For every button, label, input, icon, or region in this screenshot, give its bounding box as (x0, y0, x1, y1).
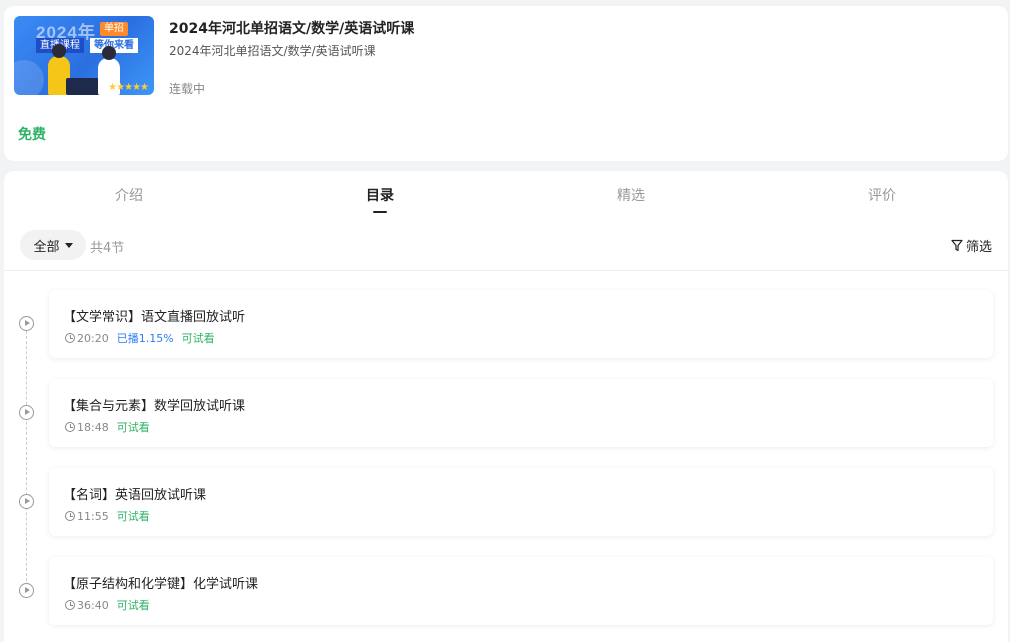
lesson-count: 共4节 (90, 241, 125, 256)
lesson-duration: 20:20 (65, 332, 109, 345)
lesson-meta: 18:48 可试看 (65, 419, 150, 435)
lesson-title: 【名词】英语回放试听课 (63, 488, 207, 503)
duration-text: 20:20 (77, 331, 109, 345)
duration-text: 18:48 (77, 420, 109, 434)
course-subtitle: 2024年河北单招语文/数学/英语试听课 (169, 44, 376, 58)
lesson-item[interactable]: 【文学常识】语文直播回放试听 20:20 已播1.15% 可试看 (49, 290, 993, 358)
cover-rating-stars: ★★★★★ (108, 82, 149, 93)
lesson-meta: 11:55 可试看 (65, 508, 150, 524)
lesson-duration: 36:40 (65, 599, 109, 612)
tab-label: 精选 (617, 188, 645, 204)
course-header-card: 2024年 单招 直播课程 等你来看 ★★★★★ 2024年河北单招语文/数学/… (4, 6, 1008, 161)
filter-all-label: 全部 (33, 239, 60, 255)
duration-text: 36:40 (77, 598, 109, 612)
tab-label: 评价 (868, 188, 896, 204)
clock-icon (65, 600, 75, 610)
tab-label: 目录 (366, 188, 394, 204)
filter-all-dropdown[interactable]: 全部 (20, 230, 86, 260)
lesson-trial-badge: 可试看 (116, 510, 150, 523)
caret-down-icon (64, 242, 73, 248)
play-icon[interactable] (19, 405, 34, 420)
tab-bar: 介绍 目录 精选 评价 (4, 185, 1008, 215)
duration-text: 11:55 (77, 509, 109, 523)
lesson-trial-badge: 可试看 (181, 332, 215, 345)
tab-label: 介绍 (115, 188, 143, 204)
clock-icon (65, 333, 75, 343)
course-cover-image[interactable]: 2024年 单招 直播课程 等你来看 ★★★★★ (14, 16, 154, 95)
tab-catalog[interactable]: 目录 (320, 185, 440, 213)
filter-button[interactable]: 筛选 (951, 236, 992, 255)
lesson-progress: 已播1.15% (116, 332, 174, 345)
lesson-item[interactable]: 【名词】英语回放试听课 11:55 可试看 (49, 468, 993, 536)
course-content-card: 介绍 目录 精选 评价 全部 共4节 筛选 【文学常识】语文直播回放试听 20:… (4, 171, 1008, 642)
tab-reviews[interactable]: 评价 (822, 185, 942, 205)
lesson-trial-badge: 可试看 (116, 421, 150, 434)
filter-button-label: 筛选 (965, 240, 992, 255)
clock-icon (65, 511, 75, 521)
lesson-meta: 36:40 可试看 (65, 597, 150, 613)
lesson-title: 【文学常识】语文直播回放试听 (63, 310, 246, 325)
cover-laptop (66, 78, 102, 95)
funnel-icon (951, 239, 963, 252)
lesson-duration: 18:48 (65, 421, 109, 434)
lesson-item[interactable]: 【原子结构和化学键】化学试听课 36:40 可试看 (49, 557, 993, 625)
tab-featured[interactable]: 精选 (571, 185, 691, 205)
lesson-title: 【集合与元素】数学回放试听课 (63, 399, 246, 414)
divider (4, 270, 1008, 271)
play-icon[interactable] (19, 494, 34, 509)
cover-tag-top: 单招 (100, 22, 128, 36)
clock-icon (65, 422, 75, 432)
course-price: 免费 (18, 127, 46, 143)
active-tab-indicator (373, 211, 387, 213)
play-icon[interactable] (19, 316, 34, 331)
lesson-meta: 20:20 已播1.15% 可试看 (65, 330, 215, 346)
lesson-item[interactable]: 【集合与元素】数学回放试听课 18:48 可试看 (49, 379, 993, 447)
timeline-line (26, 316, 27, 596)
play-icon[interactable] (19, 583, 34, 598)
tab-intro[interactable]: 介绍 (69, 185, 189, 205)
course-status: 连载中 (169, 82, 206, 96)
cover-decoration (14, 60, 44, 95)
lesson-trial-badge: 可试看 (116, 599, 150, 612)
lesson-title: 【原子结构和化学键】化学试听课 (63, 577, 259, 592)
lesson-duration: 11:55 (65, 510, 109, 523)
course-title: 2024年河北单招语文/数学/英语试听课 (169, 21, 415, 37)
